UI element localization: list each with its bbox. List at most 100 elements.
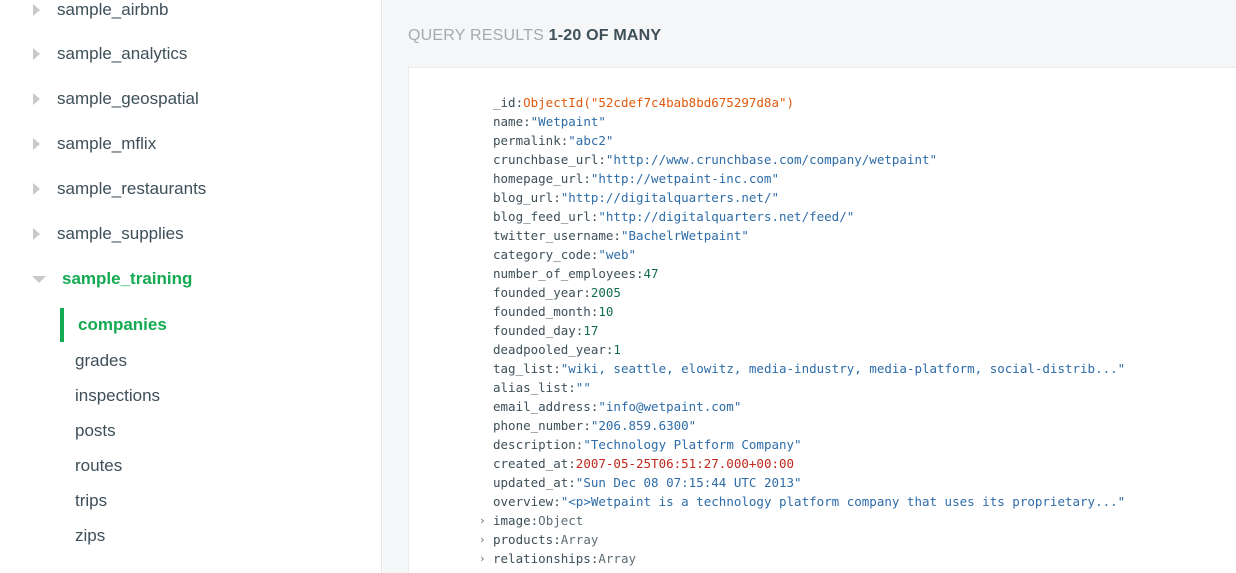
field-separator: : xyxy=(583,285,591,300)
sidebar-db-sample-airbnb[interactable]: sample_airbnb xyxy=(0,0,381,25)
sidebar-db-label: sample_geospatial xyxy=(57,89,199,108)
field-separator: : xyxy=(568,456,576,471)
caret-right-icon xyxy=(33,138,40,150)
document-field-image[interactable]: › image:Object xyxy=(479,511,1125,530)
chevron-right-icon[interactable]: › xyxy=(479,511,489,530)
field-value: "abc2" xyxy=(568,133,614,148)
caret-right-icon xyxy=(33,228,40,240)
document-card[interactable]: _id:ObjectId("52cdef7c4bab8bd675297d8a")… xyxy=(408,67,1236,573)
field-key: deadpooled_year xyxy=(493,342,606,357)
caret-down-icon xyxy=(32,275,46,283)
field-value: "http://www.crunchbase.com/company/wetpa… xyxy=(605,152,938,167)
field-separator: : xyxy=(523,114,531,129)
document-field-deadpooled-year: deadpooled_year:1 xyxy=(493,340,1125,359)
sidebar-db-label: sample_analytics xyxy=(57,44,188,63)
sidebar-collection-label: posts xyxy=(75,421,116,440)
field-separator: : xyxy=(553,532,561,547)
field-key: products xyxy=(493,532,554,547)
field-separator: : xyxy=(553,190,561,205)
document-field-blog-url: blog_url:"http://digitalquarters.net/" xyxy=(493,188,1125,207)
field-value: "" xyxy=(575,380,591,395)
document-field-homepage-url: homepage_url:"http://wetpaint-inc.com" xyxy=(493,169,1125,188)
field-separator: : xyxy=(568,380,576,395)
caret-right-icon xyxy=(33,48,40,60)
field-separator: : xyxy=(515,95,524,110)
field-key: blog_feed_url xyxy=(493,209,591,224)
field-key: number_of_employees xyxy=(493,266,636,281)
document-field-number-of-employees: number_of_employees:47 xyxy=(493,264,1125,283)
document-field-twitter-username: twitter_username:"BachelrWetpaint" xyxy=(493,226,1125,245)
field-value: "Technology Platform Company" xyxy=(583,437,802,452)
field-separator: : xyxy=(553,494,561,509)
field-value: 2007-05-25T06:51:27.000+00:00 xyxy=(575,456,795,471)
field-key: name xyxy=(493,114,524,129)
sidebar-db-sample-geospatial[interactable]: sample_geospatial xyxy=(0,84,381,114)
field-value: 1 xyxy=(613,342,621,357)
field-key: category_code xyxy=(493,247,591,262)
sidebar-collection-companies[interactable]: companies xyxy=(60,308,381,342)
field-value: Array xyxy=(598,551,637,566)
field-key: founded_year xyxy=(493,285,584,300)
document-field-phone-number: phone_number:"206.859.6300" xyxy=(493,416,1125,435)
sidebar-db-sample-mflix[interactable]: sample_mflix xyxy=(0,129,381,159)
field-value: Array xyxy=(560,532,599,547)
sidebar-collection-routes[interactable]: routes xyxy=(60,451,381,481)
field-separator: : xyxy=(583,171,591,186)
sidebar-collection-label: inspections xyxy=(75,386,161,405)
field-key: image xyxy=(493,513,531,528)
field-key: email_address xyxy=(493,399,591,414)
chevron-right-icon[interactable]: › xyxy=(479,530,489,549)
document-field-permalink: permalink:"abc2" xyxy=(493,131,1125,150)
document-field-founded-year: founded_year:2005 xyxy=(493,283,1125,302)
query-results-title: QUERY RESULTS xyxy=(408,27,544,44)
document-fields: _id:ObjectId("52cdef7c4bab8bd675297d8a")… xyxy=(479,93,1126,568)
sidebar-collection-grades[interactable]: grades xyxy=(60,346,381,376)
field-key: founded_month xyxy=(493,304,591,319)
query-results-header: QUERY RESULTS 1-20 OF MANY xyxy=(408,27,661,45)
field-value: "http://digitalquarters.net/feed/" xyxy=(598,209,855,224)
caret-right-icon xyxy=(33,93,40,105)
field-key: created_at xyxy=(493,456,569,471)
field-value: 10 xyxy=(598,304,614,319)
document-field-tag-list: tag_list:"wiki, seattle, elowitz, media-… xyxy=(493,359,1125,378)
chevron-right-icon[interactable]: › xyxy=(479,549,489,568)
document-field--id: _id:ObjectId("52cdef7c4bab8bd675297d8a") xyxy=(493,93,1125,112)
sidebar-db-sample-supplies[interactable]: sample_supplies xyxy=(0,219,381,249)
field-key: permalink xyxy=(493,133,561,148)
sidebar-collection-inspections[interactable]: inspections xyxy=(60,381,381,411)
field-value: 17 xyxy=(583,323,599,338)
field-key: twitter_username xyxy=(493,228,614,243)
field-key: crunchbase_url xyxy=(493,152,599,167)
sidebar-db-sample-restaurants[interactable]: sample_restaurants xyxy=(0,174,381,204)
field-value: "web" xyxy=(598,247,637,262)
main-panel: QUERY RESULTS 1-20 OF MANY _id:ObjectId(… xyxy=(383,0,1236,573)
field-value: "<p>Wetpaint is a technology platform co… xyxy=(560,494,1126,509)
sidebar-db-sample-analytics[interactable]: sample_analytics xyxy=(0,39,381,69)
field-value: "wiki, seattle, elowitz, media-industry,… xyxy=(560,361,1126,376)
field-key: overview xyxy=(493,494,554,509)
field-value: "Sun Dec 08 07:15:44 UTC 2013" xyxy=(575,475,802,490)
document-field-founded-day: founded_day:17 xyxy=(493,321,1125,340)
query-results-range: 1-20 OF MANY xyxy=(548,27,662,44)
field-value: "http://wetpaint-inc.com" xyxy=(590,171,779,186)
caret-right-icon xyxy=(33,183,40,195)
field-value: 2005 xyxy=(590,285,621,300)
document-field-blog-feed-url: blog_feed_url:"http://digitalquarters.ne… xyxy=(493,207,1125,226)
field-value: "206.859.6300" xyxy=(590,418,697,433)
document-field-updated-at: updated_at:"Sun Dec 08 07:15:44 UTC 2013… xyxy=(493,473,1125,492)
field-value: Object xyxy=(538,513,584,528)
sidebar-collection-label: zips xyxy=(75,526,106,545)
field-key: description xyxy=(493,437,576,452)
sidebar-db-label: sample_airbnb xyxy=(57,0,169,19)
sidebar-collection-zips[interactable]: zips xyxy=(60,521,381,551)
sidebar-collection-posts[interactable]: posts xyxy=(60,416,381,446)
document-field-products[interactable]: › products:Array xyxy=(479,530,1125,549)
sidebar-collection-label: companies xyxy=(78,315,167,334)
field-key: founded_day xyxy=(493,323,576,338)
field-separator: : xyxy=(598,152,606,167)
sidebar-collection-trips[interactable]: trips xyxy=(60,486,381,516)
field-key: phone_number xyxy=(493,418,584,433)
sidebar-db-sample-training[interactable]: sample_training xyxy=(0,264,381,294)
field-separator: : xyxy=(553,361,561,376)
document-field-relationships[interactable]: › relationships:Array xyxy=(479,549,1125,568)
